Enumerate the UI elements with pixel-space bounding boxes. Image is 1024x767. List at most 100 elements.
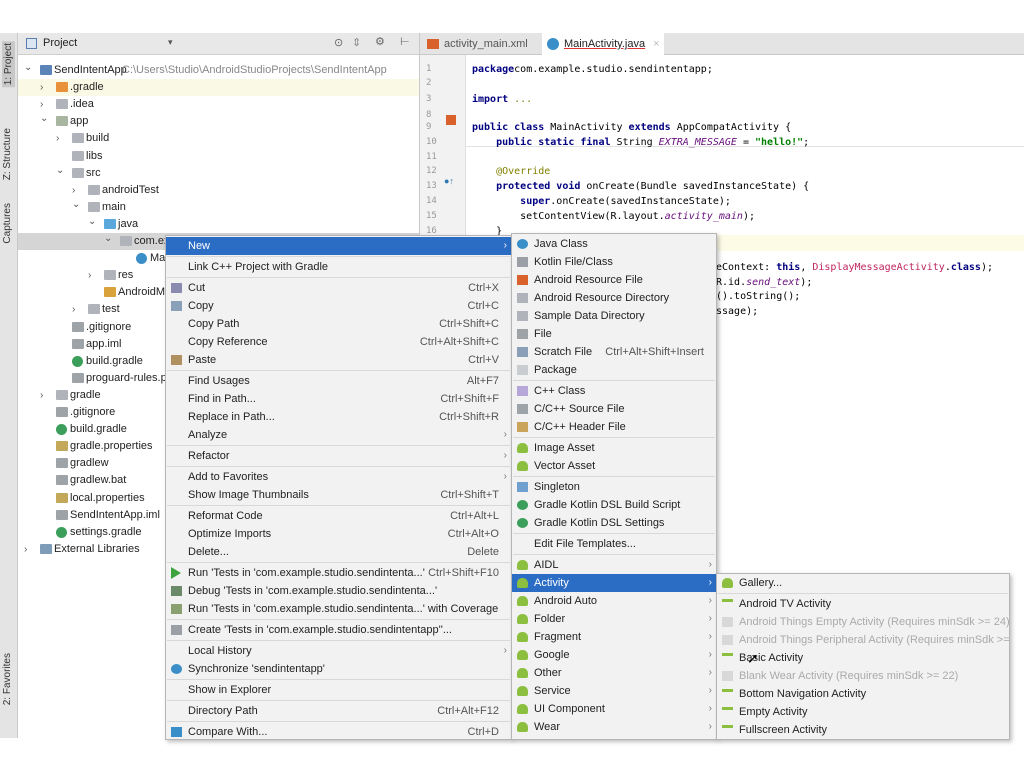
override-gutter-icon[interactable]: ●↑ xyxy=(444,176,454,186)
menu-item-copy-path[interactable]: Copy Path Ctrl+Shift+C xyxy=(166,315,511,333)
new-item-activity[interactable]: Activity › xyxy=(512,574,716,592)
scroll-from-source-icon[interactable]: ⊙ xyxy=(334,36,343,49)
chevron-down-icon[interactable]: ⌄ xyxy=(56,162,66,179)
tree-item[interactable]: ⌄ src xyxy=(18,165,419,182)
activity-item-basic-activity[interactable]: Basic Activity xyxy=(717,649,1009,667)
new-item-scratch-file[interactable]: Scratch File Ctrl+Alt+Shift+Insert xyxy=(512,343,716,361)
menu-item-copy[interactable]: Copy Ctrl+C xyxy=(166,297,511,315)
new-item-android-auto[interactable]: Android Auto › xyxy=(512,592,716,610)
activity-item-fullscreen-activity[interactable]: Fullscreen Activity xyxy=(717,721,1009,739)
chevron-down-icon[interactable]: ▾ xyxy=(168,37,173,48)
menu-item-cut[interactable]: Cut Ctrl+X xyxy=(166,279,511,297)
menu-item-debug-tests-in-com-example-studio-sendintenta[interactable]: Debug 'Tests in 'com.example.studio.send… xyxy=(166,582,511,600)
new-item-android-resource-file[interactable]: Android Resource File xyxy=(512,271,716,289)
activity-item-bottom-navigation-activity[interactable]: Bottom Navigation Activity xyxy=(717,685,1009,703)
tree-item[interactable]: › .idea xyxy=(18,96,419,113)
gear-icon[interactable]: ⚙ xyxy=(375,35,385,48)
tab-activity-main-xml[interactable]: activity_main.xml × xyxy=(422,33,540,72)
new-item-service[interactable]: Service › xyxy=(512,682,716,700)
menu-item-run-tests-in-com-example-studio-sendintenta-with-coverage[interactable]: Run 'Tests in 'com.example.studio.sendin… xyxy=(166,600,511,618)
tree-item[interactable]: › .gradle xyxy=(18,79,419,97)
menu-item-link-c-project-with-gradle[interactable]: Link C++ Project with Gradle xyxy=(166,258,511,276)
new-item-c-class[interactable]: C++ Class xyxy=(512,382,716,400)
tab-project-tool[interactable]: 1: Project xyxy=(2,41,15,88)
activity-item-gallery[interactable]: Gallery... xyxy=(717,574,1009,592)
tree-item[interactable]: ⌄ main xyxy=(18,199,419,216)
new-item-vector-asset[interactable]: Vector Asset xyxy=(512,457,716,475)
new-item-c-c-header-file[interactable]: C/C++ Header File xyxy=(512,418,716,436)
new-item-fragment[interactable]: Fragment › xyxy=(512,628,716,646)
new-item-c-c-source-file[interactable]: C/C++ Source File xyxy=(512,400,716,418)
project-view-selector[interactable]: Project xyxy=(43,37,77,49)
menu-item-copy-reference[interactable]: Copy Reference Ctrl+Alt+Shift+C xyxy=(166,333,511,351)
hide-panel-icon[interactable]: ⊢ xyxy=(400,35,410,48)
new-item-aidl[interactable]: AIDL › xyxy=(512,556,716,574)
new-item-wear[interactable]: Wear › xyxy=(512,718,716,736)
tree-item[interactable]: › build xyxy=(18,130,419,147)
menu-item-show-image-thumbnails[interactable]: Show Image Thumbnails Ctrl+Shift+T xyxy=(166,486,511,504)
menu-item-reformat-code[interactable]: Reformat Code Ctrl+Alt+L xyxy=(166,507,511,525)
new-item-gradle-kotlin-dsl-settings[interactable]: Gradle Kotlin DSL Settings xyxy=(512,514,716,532)
activity-item-empty-activity[interactable]: Empty Activity xyxy=(717,703,1009,721)
new-item-folder[interactable]: Folder › xyxy=(512,610,716,628)
menu-item-add-to-favorites[interactable]: Add to Favorites › xyxy=(166,468,511,486)
chevron-down-icon[interactable]: ⌄ xyxy=(104,230,114,247)
tab-structure-tool[interactable]: Z: Structure xyxy=(2,128,13,180)
chevron-down-icon[interactable]: ⌄ xyxy=(24,59,34,76)
menu-item-paste[interactable]: Paste Ctrl+V xyxy=(166,351,511,369)
chevron-down-icon[interactable]: ⌄ xyxy=(88,213,98,230)
new-item-ui-component[interactable]: UI Component › xyxy=(512,700,716,718)
tree-item[interactable]: ⌄ java xyxy=(18,216,419,233)
menu-item-show-in-explorer[interactable]: Show in Explorer xyxy=(166,681,511,699)
menu-item-replace-in-path[interactable]: Replace in Path... Ctrl+Shift+R xyxy=(166,408,511,426)
chevron-right-icon[interactable]: › xyxy=(72,301,82,318)
new-item-kotlin-file-class[interactable]: Kotlin File/Class xyxy=(512,253,716,271)
gradle-icon xyxy=(517,518,528,528)
new-item-gradle-kotlin-dsl-build-script[interactable]: Gradle Kotlin DSL Build Script xyxy=(512,496,716,514)
manifest-icon xyxy=(104,287,116,298)
menu-item-label: Copy xyxy=(188,300,214,312)
chevron-right-icon[interactable]: › xyxy=(24,541,34,558)
tab-main-activity-java[interactable]: MainActivity.java × xyxy=(542,33,664,55)
chevron-down-icon[interactable]: ⌄ xyxy=(72,196,82,213)
close-icon[interactable]: × xyxy=(653,38,659,50)
menu-item-run-tests-in-com-example-studio-sendintenta[interactable]: Run 'Tests in 'com.example.studio.sendin… xyxy=(166,564,511,582)
new-item-android-resource-directory[interactable]: Android Resource Directory xyxy=(512,289,716,307)
menu-item-label: Show Image Thumbnails xyxy=(188,489,309,501)
chevron-right-icon[interactable]: › xyxy=(88,267,98,284)
menu-item-refactor[interactable]: Refactor › xyxy=(166,447,511,465)
new-item-singleton[interactable]: Singleton xyxy=(512,478,716,496)
menu-item-directory-path[interactable]: Directory Path Ctrl+Alt+F12 xyxy=(166,702,511,720)
new-item-file[interactable]: File xyxy=(512,325,716,343)
new-item-java-class[interactable]: Java Class xyxy=(512,235,716,253)
menu-item-optimize-imports[interactable]: Optimize Imports Ctrl+Alt+O xyxy=(166,525,511,543)
menu-item-find-usages[interactable]: Find Usages Alt+F7 xyxy=(166,372,511,390)
new-item-google[interactable]: Google › xyxy=(512,646,716,664)
new-item-image-asset[interactable]: Image Asset xyxy=(512,439,716,457)
menu-item-local-history[interactable]: Local History › xyxy=(166,642,511,660)
chevron-down-icon[interactable]: ⌄ xyxy=(40,110,50,127)
tab-favorites-tool[interactable]: 2: Favorites xyxy=(2,653,13,705)
tree-item[interactable]: libs xyxy=(18,148,419,165)
new-item-package[interactable]: Package xyxy=(512,361,716,379)
menu-item-synchronize-sendintentapp[interactable]: Synchronize 'sendintentapp' xyxy=(166,660,511,678)
menu-item-new[interactable]: New › xyxy=(166,237,511,255)
layout-gutter-icon[interactable] xyxy=(446,115,456,125)
menu-item-delete[interactable]: Delete... Delete xyxy=(166,543,511,561)
chevron-right-icon[interactable]: › xyxy=(56,130,66,147)
chevron-right-icon[interactable]: › xyxy=(40,387,50,404)
menu-item-compare-with[interactable]: Compare With... Ctrl+D xyxy=(166,723,511,739)
menu-item-find-in-path[interactable]: Find in Path... Ctrl+Shift+F xyxy=(166,390,511,408)
tree-item[interactable]: ⌄ app xyxy=(18,113,419,130)
chevron-right-icon[interactable]: › xyxy=(40,79,50,96)
new-item-other[interactable]: Other › xyxy=(512,664,716,682)
scratch-icon xyxy=(517,347,528,357)
menu-item-create-tests-in-com-example-studio-sendintentapp[interactable]: Create 'Tests in 'com.example.studio.sen… xyxy=(166,621,511,639)
new-item-sample-data-directory[interactable]: Sample Data Directory xyxy=(512,307,716,325)
new-item-edit-file-templates[interactable]: Edit File Templates... xyxy=(512,535,716,553)
activity-item-android-tv-activity[interactable]: Android TV Activity xyxy=(717,595,1009,613)
tab-captures-tool[interactable]: Captures xyxy=(2,203,13,244)
collapse-all-icon[interactable]: ⇕ xyxy=(352,36,361,49)
tree-item[interactable]: ⌄ SendIntentApp C:\Users\Studio\AndroidStu… xyxy=(18,62,419,79)
menu-item-analyze[interactable]: Analyze › xyxy=(166,426,511,444)
